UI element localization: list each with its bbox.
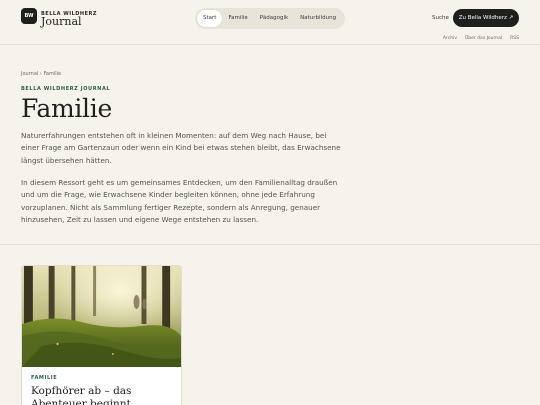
nav-item-start[interactable]: Start	[197, 10, 223, 27]
bella-wildherz-button[interactable]: Zu Bella Wildherz ↗	[453, 9, 519, 27]
article-card[interactable]: FAMILIE Kopfhörer ab – das Abenteuer beg…	[21, 265, 182, 405]
body-paragraph: In diesem Ressort geht es um gemeinsames…	[21, 178, 338, 224]
section-kicker: BELLA WILDHERZ JOURNAL	[21, 86, 111, 92]
forest-image[interactable]	[22, 266, 181, 367]
nav-item-familie[interactable]: Familie	[222, 10, 253, 27]
card-title[interactable]: Kopfhörer ab – das Abenteuer beginnt	[31, 385, 171, 405]
main-nav: Start Familie Pädagogik Naturbildung	[195, 8, 345, 29]
content-divider	[0, 244, 540, 245]
nav-item-naturbildung[interactable]: Naturbildung	[294, 10, 342, 27]
site-header: BW BELLA WILDHERZ Journal Start Familie …	[0, 0, 540, 41]
nav-item-paedagogik[interactable]: Pädagogik	[254, 10, 294, 27]
subnav-rss[interactable]: RSS	[510, 36, 519, 41]
logo-mark[interactable]: BW	[21, 8, 37, 24]
subnav-archiv[interactable]: Archiv	[443, 36, 457, 41]
lead-paragraph: Naturerfahrungen entstehen oft in kleine…	[21, 131, 341, 165]
page-title: Familie	[21, 94, 112, 123]
breadcrumb[interactable]: Journal › Familie	[21, 71, 61, 77]
search-link[interactable]: Suche	[432, 15, 449, 21]
card-category: FAMILIE	[31, 375, 58, 381]
header-divider	[0, 44, 540, 45]
brand-journal[interactable]: Journal	[41, 15, 82, 28]
subnav-about[interactable]: Über das Journal	[465, 36, 502, 41]
secondary-nav: Archiv Über das Journal RSS	[443, 36, 519, 41]
